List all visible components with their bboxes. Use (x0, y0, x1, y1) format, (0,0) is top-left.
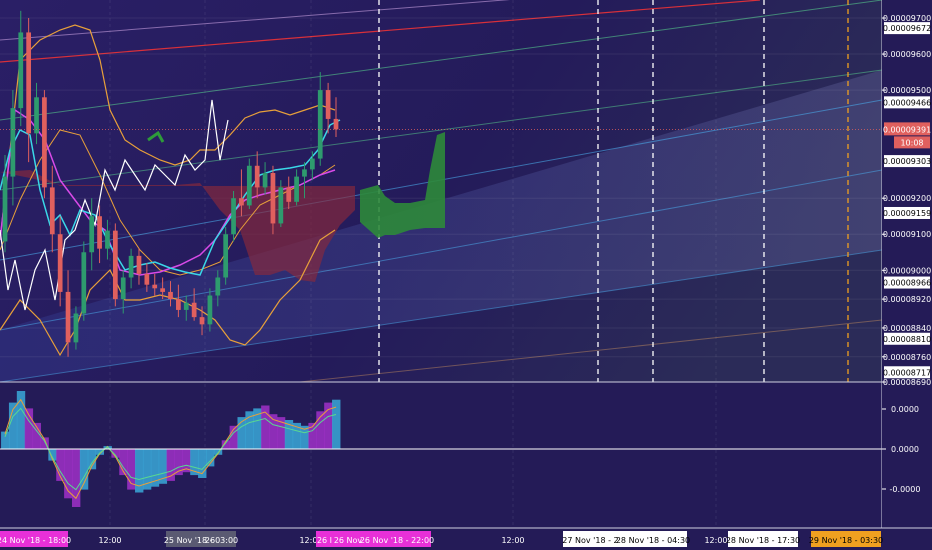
candle-body-17[interactable] (136, 255, 142, 274)
price-tick-2: 0.00009500 (883, 86, 931, 95)
candle-body-18[interactable] (144, 273, 150, 285)
countdown-label: 10:08 (900, 138, 923, 147)
candle-body-5[interactable] (42, 97, 47, 188)
candle-body-11[interactable] (89, 216, 95, 253)
price-tick-3: 0.00009200 (883, 194, 931, 203)
candle-body-4[interactable] (34, 97, 39, 134)
candle-body-35[interactable] (278, 187, 284, 224)
chart-stage[interactable]: 0.00009700 0.00009600 0.00009500 0.00009200… (0, 0, 932, 550)
candle-body-42[interactable] (333, 118, 339, 130)
price-box-label-6: 0.00008717 (883, 368, 931, 377)
price-tick-7: 0.00008840 (883, 324, 931, 333)
candle-body-2[interactable] (18, 32, 24, 109)
price-box-label-0: 0.00009672 (883, 24, 931, 33)
candle-body-22[interactable] (176, 299, 181, 310)
time-tag-6: 27 Nov '18 - 22 (562, 536, 623, 545)
candle-body-27[interactable] (215, 277, 221, 296)
candle-body-41[interactable] (325, 90, 331, 119)
candle-body-36[interactable] (286, 187, 292, 202)
osc-tick-zero: 0.0000 (891, 445, 919, 454)
time-tag-7: 28 Nov '18 - 04:30 (616, 536, 690, 545)
time-tag-9: 29 Nov '18 - 03:30 (809, 536, 883, 545)
candle-body-32[interactable] (254, 165, 260, 188)
time-tag-5: 26 Nov '18 - 22:00 (360, 536, 434, 545)
candle-body-38[interactable] (302, 169, 307, 177)
price-box-label-2: 0.00009303 (883, 157, 931, 166)
time-tick-4: 12:00 (704, 536, 727, 545)
time-tick-3: 12:00 (501, 536, 524, 545)
time-tick-1: 12:00 (98, 536, 121, 545)
candle-body-9[interactable] (73, 313, 79, 343)
candle-body-0[interactable] (2, 176, 8, 242)
price-tick-6: 0.00008920 (883, 295, 931, 304)
candle-body-23[interactable] (183, 302, 189, 310)
time-tag-1: 25 Nov '18 - 03:00 (164, 536, 238, 545)
price-tick-0: 0.00009700 (883, 14, 931, 23)
candle-body-1[interactable] (10, 108, 16, 177)
time-tag-4: 26 Nov (334, 536, 363, 545)
candle-body-13[interactable] (105, 230, 110, 249)
time-tag-3: 26 I (317, 536, 332, 545)
current-price-label: 0.00009391 (883, 125, 931, 134)
candle-body-21[interactable] (168, 291, 173, 300)
candle-body-12[interactable] (97, 216, 102, 249)
price-tick-5: 0.00009000 (883, 266, 931, 275)
candle-body-10[interactable] (81, 252, 87, 314)
candle-body-3[interactable] (26, 32, 32, 134)
price-tick-4: 0.00009100 (883, 230, 931, 239)
osc-tick-lower: -0.0000 (890, 485, 921, 494)
price-box-label-3: 0.00009159 (883, 209, 931, 218)
candle-body-31[interactable] (246, 165, 252, 206)
candle-body-25[interactable] (199, 317, 205, 325)
price-tick-9: 0.00008690 (883, 378, 931, 387)
price-box-label-5: 0.00008810 (883, 335, 931, 344)
candle-body-6[interactable] (49, 187, 55, 235)
price-chart[interactable]: 0.00009700 0.00009600 0.00009500 0.00009200… (0, 0, 932, 550)
candle-body-33[interactable] (262, 172, 268, 188)
price-tick-8: 0.00008760 (883, 353, 931, 362)
candle-body-19[interactable] (152, 284, 158, 289)
candle-body-14[interactable] (112, 230, 118, 300)
time-tag-0: 24 Nov '18 - 18:00 (0, 536, 71, 545)
candle-body-15[interactable] (120, 277, 126, 300)
candle-body-8[interactable] (65, 291, 71, 343)
candle-body-40[interactable] (317, 90, 323, 159)
candle-body-24[interactable] (191, 302, 197, 318)
candle-body-37[interactable] (294, 176, 299, 202)
price-box-label-1: 0.00009466 (883, 98, 931, 107)
candle-body-7[interactable] (57, 234, 63, 292)
candle-body-39[interactable] (309, 158, 315, 170)
time-tag-8: 28 Nov '18 - 17:30 (726, 536, 800, 545)
osc-tick-upper: 0.0000 (891, 405, 919, 414)
candle-body-34[interactable] (270, 172, 276, 224)
candle-body-20[interactable] (160, 288, 165, 292)
time-tag-2: 26 (205, 536, 215, 545)
osc-bar-42 (332, 399, 341, 449)
candle-body-29[interactable] (231, 198, 236, 235)
price-tick-1: 0.00009600 (883, 50, 931, 59)
candle-body-16[interactable] (128, 255, 134, 278)
candle-body-26[interactable] (207, 295, 213, 325)
candle-body-28[interactable] (223, 234, 229, 278)
price-box-label-4: 0.00008966 (883, 279, 931, 288)
candle-body-30[interactable] (239, 198, 244, 206)
